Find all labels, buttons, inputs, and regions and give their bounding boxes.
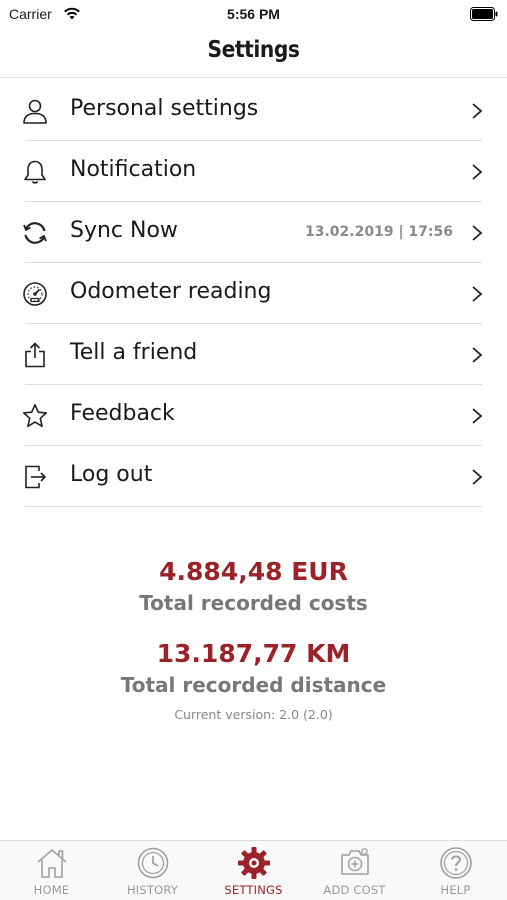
- chevron-right-icon: [472, 347, 483, 363]
- settings-menu: Personal settings Notification Sync Now …: [0, 80, 507, 507]
- stats-summary: 4.884,48 EUR Total recorded costs 13.187…: [0, 555, 507, 722]
- total-distance-label: Total recorded distance: [120, 673, 387, 697]
- chevron-right-icon: [472, 225, 483, 241]
- total-distance-value: 13.187,77 KM: [156, 639, 351, 668]
- tab-bar: HOME HISTORY SETTINGS ADD COST HELP: [0, 840, 507, 900]
- tab-label: SETTINGS: [224, 883, 283, 897]
- menu-item-label: Tell a friend: [70, 340, 198, 365]
- menu-item-sync-now[interactable]: Sync Now 13.02.2019 | 17:56: [0, 202, 507, 263]
- divider: [25, 506, 482, 507]
- menu-item-label: Sync Now: [70, 218, 178, 243]
- help-icon: [440, 847, 472, 879]
- share-icon: [25, 342, 45, 368]
- home-icon: [37, 848, 67, 878]
- tab-label: HELP: [440, 883, 471, 897]
- tab-history[interactable]: HISTORY: [102, 841, 203, 900]
- total-costs-value: 4.884,48 EUR: [159, 557, 348, 586]
- battery-icon: [470, 7, 498, 21]
- chevron-right-icon: [472, 103, 483, 119]
- menu-item-label: Personal settings: [70, 96, 259, 121]
- tab-add-cost[interactable]: ADD COST: [304, 841, 405, 900]
- menu-item-personal-settings[interactable]: Personal settings: [0, 80, 507, 141]
- history-icon: [137, 847, 169, 879]
- person-icon: [23, 99, 47, 124]
- app-version: Current version: 2.0 (2.0): [174, 707, 333, 722]
- menu-item-odometer-reading[interactable]: Odometer reading: [0, 263, 507, 324]
- menu-item-label: Notification: [70, 157, 197, 182]
- bell-icon: [24, 160, 46, 184]
- gear-icon: [238, 847, 270, 879]
- star-icon: [22, 404, 48, 428]
- chevron-right-icon: [472, 164, 483, 180]
- last-sync-timestamp: 13.02.2019 | 17:56: [305, 224, 453, 240]
- menu-item-notification[interactable]: Notification: [0, 141, 507, 202]
- menu-item-tell-a-friend[interactable]: Tell a friend: [0, 324, 507, 385]
- speedometer-icon: [23, 282, 47, 306]
- chevron-right-icon: [472, 408, 483, 424]
- tab-label: HISTORY: [126, 883, 179, 897]
- tab-label: ADD COST: [323, 883, 386, 897]
- status-bar: Carrier 5:56 PM: [0, 0, 507, 28]
- total-costs-label: Total recorded costs: [139, 591, 368, 615]
- menu-item-label: Odometer reading: [70, 279, 272, 304]
- menu-item-feedback[interactable]: Feedback: [0, 385, 507, 446]
- tab-help[interactable]: HELP: [405, 841, 506, 900]
- navigation-bar: Settings: [0, 28, 507, 78]
- menu-item-label: Feedback: [70, 401, 175, 426]
- chevron-right-icon: [472, 469, 483, 485]
- add-cost-icon: [341, 848, 369, 875]
- page-title: Settings: [207, 37, 300, 63]
- menu-item-log-out[interactable]: Log out: [0, 446, 507, 507]
- logout-icon: [25, 465, 47, 489]
- chevron-right-icon: [472, 286, 483, 302]
- sync-icon: [23, 222, 47, 244]
- tab-home[interactable]: HOME: [1, 841, 102, 900]
- tab-label: HOME: [33, 883, 70, 897]
- tab-settings[interactable]: SETTINGS: [203, 841, 304, 900]
- clock: 5:56 PM: [227, 6, 280, 22]
- menu-item-label: Log out: [70, 462, 153, 487]
